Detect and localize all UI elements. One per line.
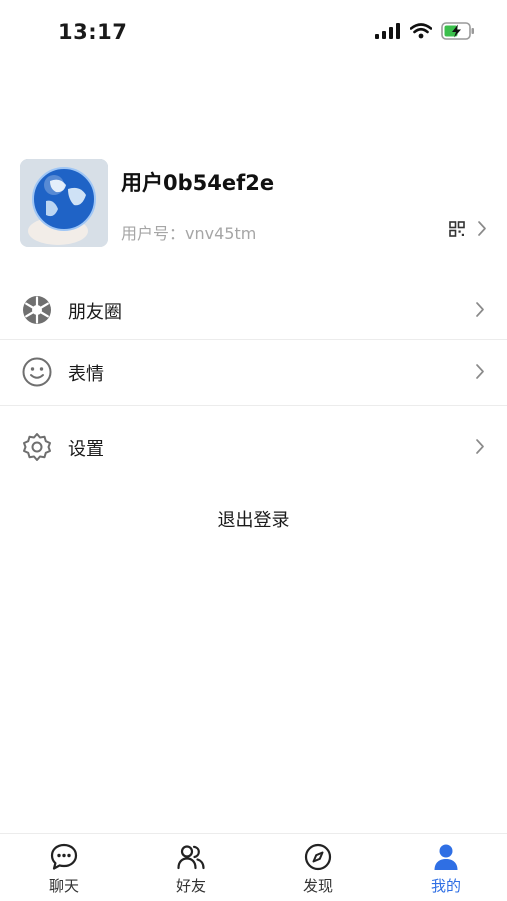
chat-bubble-icon: [50, 843, 78, 870]
tab-label: 发现: [302, 877, 333, 895]
status-icons: [375, 22, 475, 40]
avatar-globe-image: [20, 159, 108, 247]
menu-label: 表情: [68, 364, 104, 385]
gear-icon: [23, 433, 51, 461]
friends-icon: [177, 845, 205, 870]
tab-me[interactable]: 我的: [396, 834, 496, 901]
divider: [0, 405, 507, 406]
profile-header[interactable]: 用户0b54ef2e 用户号：vnv45tm: [20, 159, 487, 249]
tab-discover[interactable]: 发现: [268, 834, 368, 901]
tab-bar: 聊天 好友 发现 我的: [0, 833, 507, 901]
cellular-signal-icon: [375, 23, 400, 39]
tab-label: 好友: [175, 877, 206, 895]
status-bar: 13:17: [0, 0, 507, 68]
menu-item-settings[interactable]: 设置: [0, 416, 507, 480]
qr-code-icon[interactable]: [449, 221, 465, 237]
menu-item-moments[interactable]: 朋友圈: [0, 279, 507, 343]
chevron-right-icon: [478, 221, 486, 236]
menu-label: 设置: [68, 439, 104, 460]
aperture-icon: [23, 296, 51, 324]
user-id: 用户号：vnv45tm: [121, 224, 257, 243]
divider: [0, 339, 507, 340]
chevron-right-icon: [476, 302, 484, 317]
compass-icon: [304, 843, 332, 871]
tab-chat[interactable]: 聊天: [14, 834, 114, 901]
chevron-right-icon: [476, 439, 484, 454]
avatar[interactable]: [20, 159, 108, 247]
menu-label: 朋友圈: [68, 302, 122, 323]
person-icon: [434, 844, 458, 870]
tab-friends[interactable]: 好友: [141, 834, 241, 901]
tab-label: 我的: [430, 877, 461, 895]
menu-item-stickers[interactable]: 表情: [0, 341, 507, 405]
username: 用户0b54ef2e: [121, 171, 275, 195]
tab-label: 聊天: [48, 877, 79, 895]
logout-button[interactable]: 退出登录: [0, 506, 507, 532]
chevron-right-icon: [476, 364, 484, 379]
status-time: 13:17: [58, 20, 128, 44]
smiley-icon: [22, 357, 52, 387]
battery-charging-icon: [441, 22, 474, 40]
wifi-icon: [410, 23, 432, 39]
